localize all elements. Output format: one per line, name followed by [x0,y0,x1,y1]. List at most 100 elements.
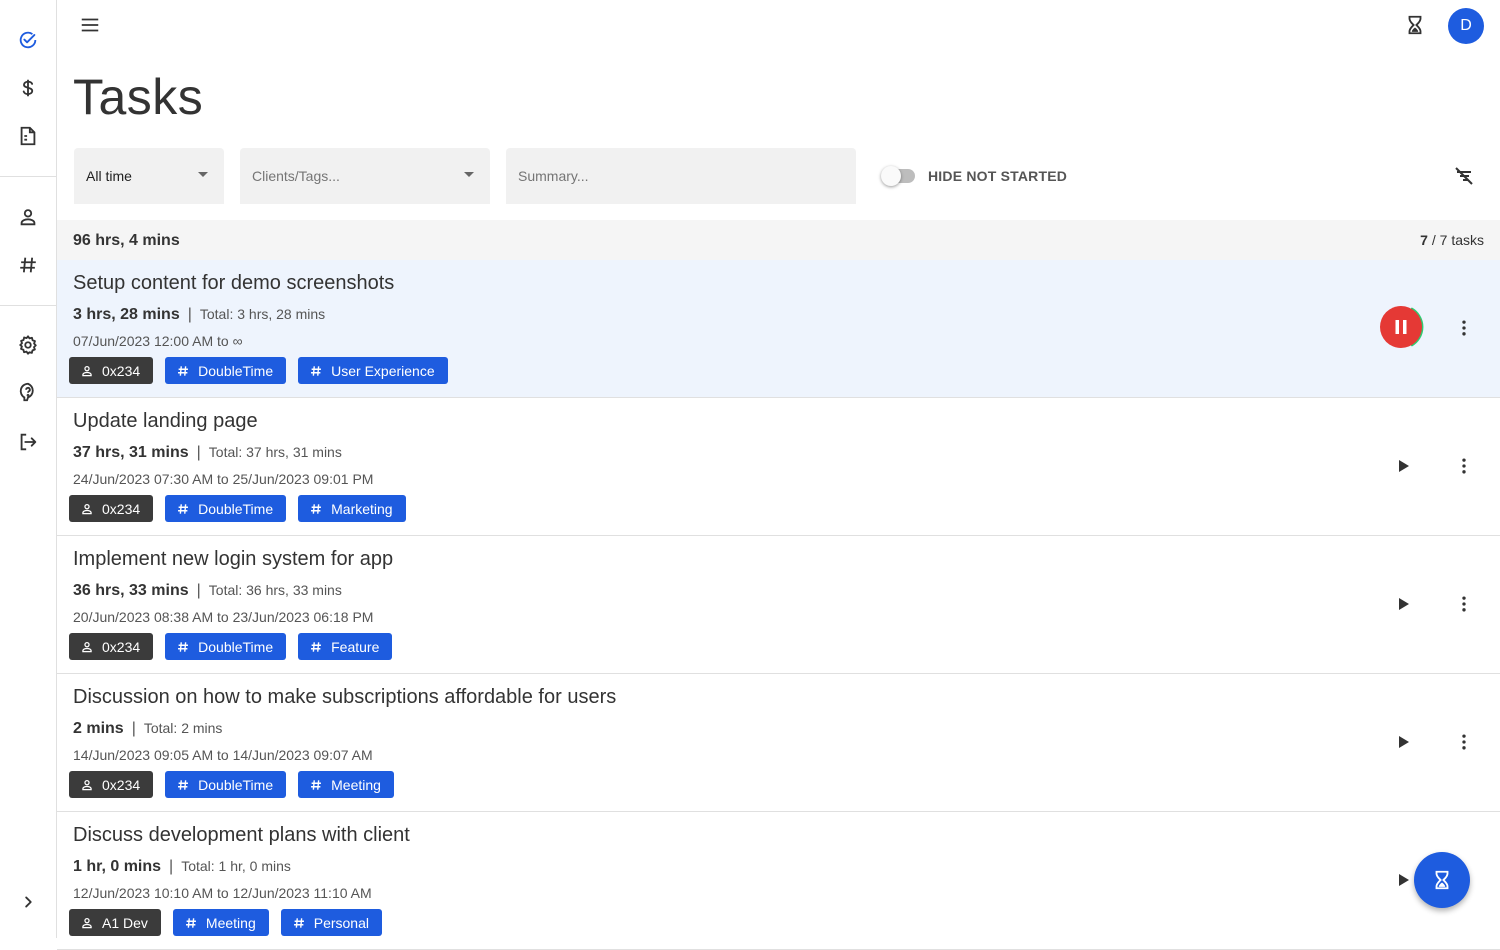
nav-invoices[interactable] [0,116,56,156]
person-icon [20,209,36,226]
task-count-shown: 7 [1420,232,1428,248]
page-title: Tasks [73,69,204,125]
nav-settings[interactable] [0,325,56,365]
tag-chip[interactable]: DoubleTime [165,357,287,384]
hashtag-icon [178,779,189,790]
nav-help[interactable] [0,372,56,412]
client-chip[interactable]: 0x234 [69,495,154,522]
tag-chip[interactable]: User Experience [298,357,448,384]
clients-tags-select[interactable]: Clients/Tags... [240,148,490,204]
person-icon [82,917,92,928]
play-icon [1399,736,1409,748]
person-icon [82,641,92,652]
task-total: Total: 3 hrs, 28 mins [199,306,326,322]
tag-chip[interactable]: Meeting [298,771,394,798]
more-options-button[interactable] [1444,584,1484,624]
task-duration-line: 2 mins | Total: 2 mins [73,720,222,738]
hourglass-icon [1408,15,1422,35]
summary-placeholder: Summary... [518,168,589,184]
summary-search-input[interactable]: Summary... [506,148,856,204]
client-chip-label: 0x234 [102,638,141,655]
more-vert-icon [1462,734,1466,750]
task-date-range: 24/Jun/2023 07:30 AM to 25/Jun/2023 09:0… [73,471,374,487]
menu-button[interactable] [70,5,110,45]
tag-chip[interactable]: DoubleTime [165,771,287,798]
nav-tasks[interactable] [0,20,56,60]
filter-off-icon [1455,167,1473,185]
more-vert-icon [1462,596,1466,612]
tag-chip[interactable]: DoubleTime [165,495,287,522]
more-options-button[interactable] [1444,446,1484,486]
separator: | [169,858,174,875]
clients-tags-placeholder: Clients/Tags... [252,168,340,184]
more-options-button[interactable] [1444,722,1484,762]
clear-filters-button[interactable] [1444,156,1484,196]
tag-chip-label: Marketing [331,500,393,517]
tag-chip[interactable]: DoubleTime [165,633,287,660]
nav-billing[interactable] [0,68,56,108]
tag-chip[interactable]: Marketing [298,495,406,522]
check-circle-icon [19,31,37,49]
hourglass-icon [1435,870,1449,890]
separator: | [196,582,201,599]
task-duration: 3 hrs, 28 mins [73,306,180,323]
client-chip[interactable]: 0x234 [69,771,154,798]
timer-button[interactable] [1395,5,1435,45]
hashtag-icon [178,503,189,514]
play-button[interactable] [1383,584,1423,624]
pause-icon [1380,306,1424,348]
person-icon [82,503,92,514]
pause-button[interactable] [1378,302,1428,352]
hide-not-started-toggle[interactable] [881,166,917,186]
client-chip[interactable]: 0x234 [69,357,154,384]
dropdown-arrow-icon [464,172,474,177]
task-row[interactable]: Update landing page 37 hrs, 31 mins | Tota… [57,398,1500,536]
play-icon [1399,598,1409,610]
more-vert-icon [1462,458,1466,474]
rail-divider [0,305,56,306]
client-chip[interactable]: 0x234 [69,633,154,660]
summary-bar: 96 hrs, 4 mins 7 / 7 tasks [57,220,1500,260]
play-button[interactable] [1383,722,1423,762]
start-timer-fab[interactable] [1414,852,1470,908]
task-date-range: 14/Jun/2023 09:05 AM to 14/Jun/2023 09:0… [73,747,373,763]
tag-chip[interactable]: Personal [280,909,382,936]
tag-chip[interactable]: Feature [298,633,393,660]
help-icon [19,382,34,402]
task-title: Update landing page [73,410,258,432]
nav-clients[interactable] [0,197,56,237]
tag-chip[interactable]: Meeting [172,909,269,936]
nav-logout[interactable] [0,422,56,462]
period-select[interactable]: All time [74,148,224,204]
task-row[interactable]: Discuss development plans with client 1 … [57,812,1500,950]
task-row[interactable]: Implement new login system for app 36 hr… [57,536,1500,674]
chevron-right-icon [25,896,32,908]
hashtag-icon [185,917,196,928]
client-chip[interactable]: A1 Dev [69,909,161,936]
logout-icon [20,433,37,451]
task-duration-line: 3 hrs, 28 mins | Total: 3 hrs, 28 mins [73,306,325,324]
task-duration-line: 1 hr, 0 mins | Total: 1 hr, 0 mins [73,858,291,876]
task-duration-line: 37 hrs, 31 mins | Total: 37 hrs, 31 mins [73,444,342,462]
play-button[interactable] [1383,446,1423,486]
period-select-value: All time [86,168,132,184]
hashtag-icon [178,641,189,652]
task-count-suffix: / 7 tasks [1431,232,1484,248]
tag-chip-label: DoubleTime [198,500,274,517]
task-row[interactable]: Discussion on how to make subscriptions … [57,674,1500,812]
hashtag-icon [20,257,36,273]
task-row[interactable]: Setup content for demo screenshots 3 hrs… [57,260,1500,398]
task-title: Discussion on how to make subscriptions … [73,686,617,708]
play-icon [1399,460,1409,472]
separator: | [187,306,192,323]
task-total: Total: 1 hr, 0 mins [181,858,291,874]
more-options-button[interactable] [1444,308,1484,348]
task-title: Setup content for demo screenshots [73,272,395,294]
nav-tags[interactable] [0,245,56,285]
side-rail [0,0,57,938]
tag-chip-label: Meeting [331,776,381,793]
user-avatar[interactable]: D [1448,8,1484,44]
expand-rail-button[interactable] [0,882,56,922]
task-title: Discuss development plans with client [73,824,410,846]
separator: | [131,720,136,737]
